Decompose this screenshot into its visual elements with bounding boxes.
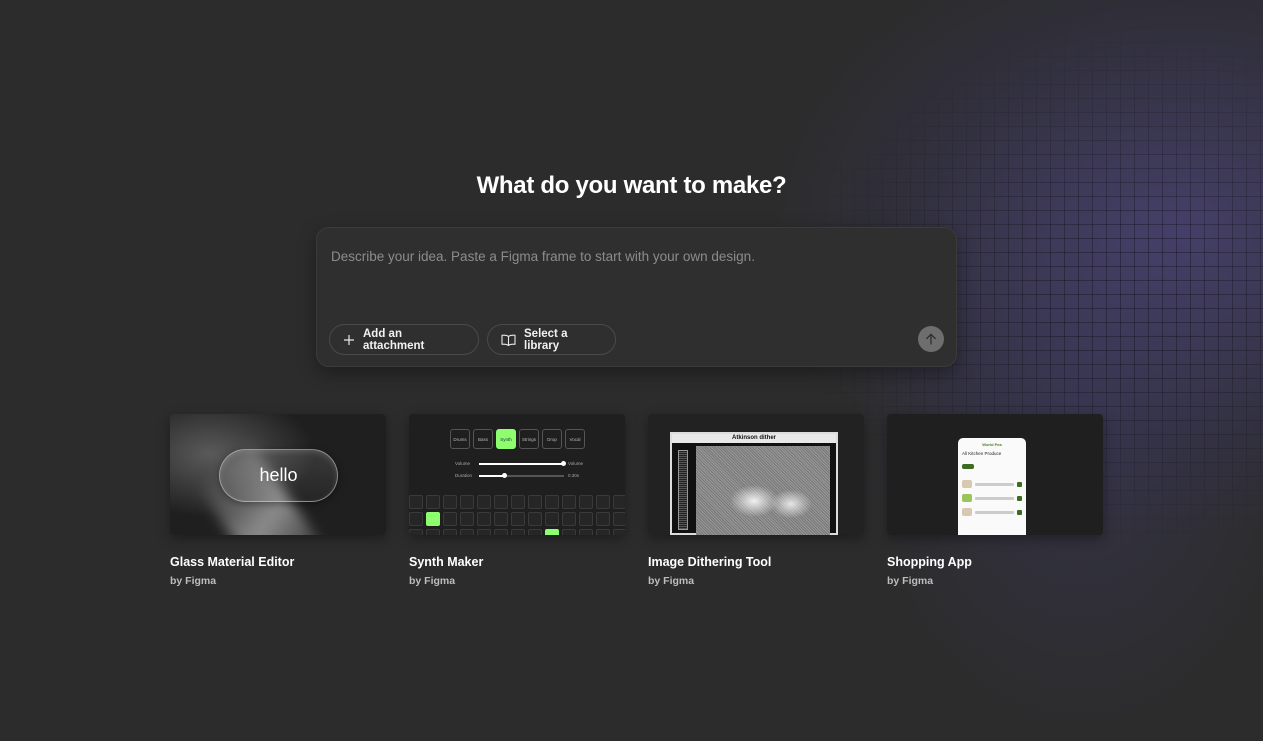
sequencer-pad (477, 512, 491, 526)
add-attachment-button[interactable]: Add an attachment (329, 324, 479, 355)
sequencer-pad (409, 495, 423, 509)
prompt-input[interactable] (331, 244, 931, 268)
volume-knob (561, 461, 566, 466)
template-thumbnail: World Pea All Kitchen Produce (887, 414, 1103, 535)
sequencer-pad (545, 512, 559, 526)
duration-slider: Duration 0.30s (455, 473, 580, 478)
page-title: What do you want to make? (476, 172, 787, 199)
sequencer-pad (511, 495, 525, 509)
shop-screen-title: All Kitchen Produce (962, 451, 1002, 456)
template-thumbnail: Drums Bass Synth Strings Drop Vocal Volu… (409, 414, 625, 535)
dithered-sheep-image (696, 446, 830, 535)
dither-heading: Atkinson dither (672, 434, 836, 443)
sequencer-pad (443, 512, 457, 526)
template-author: by Figma (887, 575, 934, 587)
duration-fill (479, 474, 505, 477)
prompt-box: Add an attachment Select a library (316, 227, 957, 367)
product-row (962, 508, 1022, 516)
sequencer-pad (579, 512, 593, 526)
sequencer-pad (545, 495, 559, 509)
plus-icon (344, 334, 354, 345)
synth-tab: Strings (519, 429, 539, 449)
glass-pill: hello (219, 449, 338, 502)
sequencer-pad (613, 512, 625, 526)
synth-tab: Bass (473, 429, 493, 449)
sequencer-pad (596, 495, 610, 509)
sequencer-pad (477, 495, 491, 509)
background-grid (0, 0, 1263, 741)
template-card-glass[interactable]: hello Glass Material Editor by Figma (170, 414, 386, 587)
arrow-up-icon (926, 333, 936, 345)
phone-mockup: World Pea All Kitchen Produce (958, 438, 1026, 535)
synth-tab: Drop (542, 429, 562, 449)
sequencer-pad (443, 495, 457, 509)
duration-knob (501, 473, 507, 478)
send-button[interactable] (918, 326, 944, 352)
product-row (962, 494, 1022, 502)
sequencer-pad (562, 529, 576, 535)
sequencer-pad (579, 529, 593, 535)
select-library-button[interactable]: Select a library (487, 324, 616, 355)
sequencer-pad (426, 495, 440, 509)
volume-fill (479, 462, 564, 465)
sequencer-pad (528, 512, 542, 526)
sequencer-pad (511, 529, 525, 535)
shop-brand: World Pea (982, 442, 1002, 447)
sequencer-pad (545, 529, 559, 535)
template-title: Synth Maker (409, 555, 484, 569)
sequencer-pad (477, 529, 491, 535)
sequencer-pad (409, 529, 423, 535)
template-card-dither[interactable]: Atkinson dither Image Dithering Tool by … (648, 414, 864, 587)
synth-tab: Vocal (565, 429, 585, 449)
template-thumbnail: hello (170, 414, 386, 535)
dither-window: Atkinson dither (670, 432, 838, 535)
template-title: Image Dithering Tool (648, 555, 772, 569)
sequencer-pad (562, 512, 576, 526)
sequencer-pad (613, 529, 625, 535)
synth-tab-active: Synth (496, 429, 516, 449)
sequencer-pad (528, 529, 542, 535)
template-thumbnail: Atkinson dither (648, 414, 864, 535)
sequencer-pad (460, 495, 474, 509)
template-title: Shopping App (887, 555, 972, 569)
sequencer-pad (460, 529, 474, 535)
sequencer-pad (460, 512, 474, 526)
product-row (962, 480, 1022, 488)
template-card-shopping[interactable]: World Pea All Kitchen Produce Shopping A… (887, 414, 1103, 587)
sequencer-pad (579, 495, 593, 509)
dither-sidebar (678, 450, 688, 530)
sequencer-pad (494, 512, 508, 526)
synth-tabs: Drums Bass Synth Strings Drop Vocal (450, 429, 585, 449)
book-icon (501, 334, 516, 346)
sequencer-pad (494, 495, 508, 509)
template-author: by Figma (170, 575, 217, 587)
sequencer-pad (426, 512, 440, 526)
sequencer-pad (613, 495, 625, 509)
sequencer-pad (596, 529, 610, 535)
add-attachment-label: Add an attachment (363, 327, 425, 352)
volume-slider: Volume Volume (455, 461, 584, 466)
sequencer-pad (511, 512, 525, 526)
sequencer-pad (494, 529, 508, 535)
template-author: by Figma (648, 575, 695, 587)
sequencer-pad (528, 495, 542, 509)
synth-tab: Drums (450, 429, 470, 449)
sequencer-pad (596, 512, 610, 526)
pad-grid (409, 495, 625, 535)
template-title: Glass Material Editor (170, 555, 295, 569)
template-card-synth[interactable]: Drums Bass Synth Strings Drop Vocal Volu… (409, 414, 625, 587)
sequencer-pad (443, 529, 457, 535)
template-author: by Figma (409, 575, 456, 587)
sequencer-pad (409, 512, 423, 526)
sequencer-pad (562, 495, 576, 509)
select-library-label: Select a library (524, 327, 568, 352)
sequencer-pad (426, 529, 440, 535)
